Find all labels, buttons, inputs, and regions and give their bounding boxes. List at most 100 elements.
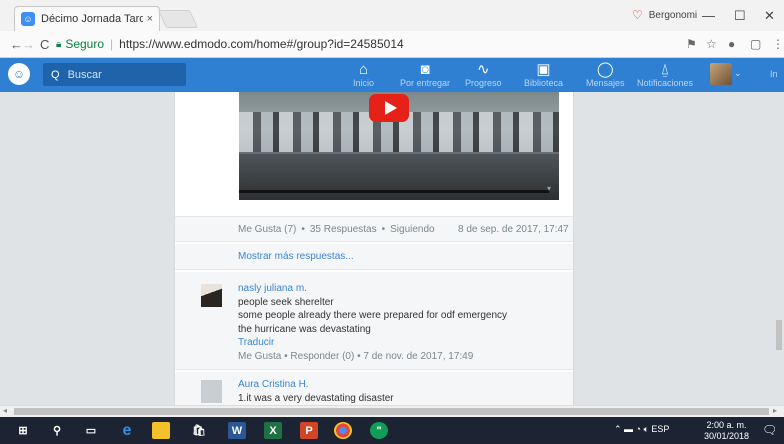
translate-link[interactable]: Traducir (238, 336, 507, 350)
edmodo-logo[interactable]: ☺ (8, 63, 30, 85)
url-text: https://www.edmodo.com/home#/group?id=24… (119, 37, 404, 51)
powerpoint-icon[interactable]: P (300, 422, 318, 439)
nav-progreso-label: Progreso (465, 78, 502, 88)
page-content: ▾ Me Gusta (7) • 35 Respuestas • Siguien… (0, 92, 784, 405)
progress-icon: ∿ (476, 61, 490, 78)
replies-link[interactable]: 35 Respuestas (310, 224, 377, 235)
reload-button[interactable]: C (40, 37, 49, 52)
bell-icon: ⍙ (660, 61, 670, 78)
chrome-icon[interactable] (334, 422, 352, 439)
search-input[interactable]: Q Buscar (43, 63, 186, 86)
video-progress-bar[interactable] (239, 190, 549, 193)
clock-date: 30/01/2018 (704, 431, 750, 441)
edge-icon[interactable]: e (118, 422, 136, 439)
profile-label: Bergonomi (648, 9, 698, 21)
nav-por-entregar[interactable]: ◙ Por entregar (400, 61, 450, 88)
meta-dot: • (381, 223, 386, 235)
video-embed[interactable] (239, 92, 559, 200)
notification-center-icon[interactable]: 🗨︎ (762, 423, 777, 437)
chevron-down-icon[interactable]: ⌄ (734, 68, 742, 79)
nav-trailing-label[interactable]: In (770, 69, 778, 79)
tab-title: Décimo Jornada Tarde | E (41, 13, 143, 25)
nav-notificaciones-label: Notificaciones (637, 78, 694, 88)
nav-notificaciones[interactable]: ⍙ Notificaciones (637, 61, 693, 88)
video-scroll-arrow-icon[interactable]: ▾ (547, 184, 551, 193)
user-avatar[interactable] (710, 63, 732, 85)
close-window-button[interactable]: ✕ (764, 8, 775, 24)
nav-progreso[interactable]: ∿ Progreso (465, 61, 502, 88)
bookmark-star-icon[interactable]: ☆ (706, 37, 717, 51)
new-tab-button[interactable] (157, 10, 199, 28)
video-road-image (239, 154, 559, 200)
horizontal-scrollbar-thumb[interactable] (14, 408, 769, 415)
tab-close-icon[interactable]: × (147, 13, 153, 25)
scroll-left-arrow-icon[interactable]: ◂ (3, 406, 7, 415)
cast-icon[interactable]: ▢ (750, 37, 761, 51)
forward-button[interactable]: → (22, 37, 35, 52)
comment-line: 1.it was a very devastating disaster (238, 392, 394, 404)
profile-badge[interactable]: ♡ Bergonomi (632, 8, 697, 22)
meta-dot: • (301, 223, 305, 235)
minimize-button[interactable]: — (702, 8, 715, 23)
browser-tabstrip: ☺ Décimo Jornada Tarde | E × ♡ Bergonomi… (0, 0, 784, 31)
assignment-icon: ◙ (420, 61, 430, 78)
hangouts-icon[interactable]: " (370, 422, 388, 439)
library-icon: ▣ (536, 61, 551, 78)
nav-biblioteca[interactable]: ▣ Biblioteca (524, 61, 563, 88)
nav-inicio[interactable]: ⌂ Inicio (353, 61, 374, 88)
address-bar-row: ← → C 🔒︎ Seguro | https://www.edmodo.com… (0, 31, 784, 58)
nav-biblioteca-label: Biblioteca (524, 78, 564, 88)
windows-taskbar: ⊞ ⚲ ▭ e 🛍︎ W X P " ⌃ ▬ ◔ 🔈︎ ESP 2:00 a. … (0, 417, 784, 444)
search-placeholder: Buscar (67, 68, 102, 81)
vertical-scrollbar-thumb[interactable] (776, 320, 782, 350)
show-more-replies-row: Mostrar más respuestas... (175, 244, 573, 270)
nav-mensajes-label: Mensajes (586, 78, 625, 88)
default-avatar-icon[interactable] (201, 380, 222, 403)
commenter-avatar[interactable] (201, 284, 222, 307)
message-icon: ◯ (596, 61, 614, 78)
post-meta: Me Gusta (7) • 35 Respuestas • Siguiendo… (175, 216, 573, 242)
nav-mensajes[interactable]: ◯ Mensajes (586, 61, 625, 88)
url-separator: | (110, 37, 114, 51)
like-link[interactable]: Me Gusta (7) (238, 224, 296, 235)
post-date: 8 de sep. de 2017, 17:47 (458, 223, 569, 235)
nav-por-entregar-label: Por entregar (400, 78, 451, 88)
following-link[interactable]: Siguiendo (390, 224, 434, 235)
search-icon: Q (51, 68, 60, 81)
task-view-icon[interactable]: ▭ (82, 422, 100, 439)
comment-item: nasly juliana m. people seek sherelter s… (175, 272, 573, 370)
search-icon[interactable]: ⚲ (48, 422, 66, 439)
comment-meta: Me Gusta • Responder (0) • 7 de nov. de … (238, 350, 474, 362)
youtube-play-icon[interactable] (369, 94, 409, 122)
comment-item: Aura Cristina H. 1.it was a very devasta… (175, 372, 573, 405)
extension-icon[interactable]: ⚑ (686, 37, 697, 51)
comment-line: the hurricane was devastating (238, 323, 371, 335)
scroll-right-arrow-icon[interactable]: ▸ (773, 406, 777, 415)
system-tray[interactable]: ⌃ ▬ ◔ 🔈︎ ESP (614, 424, 669, 435)
nav-inicio-label: Inicio (353, 78, 375, 88)
menu-dots-icon[interactable]: ⋮ (772, 37, 784, 51)
extension-circle-icon[interactable]: ● (728, 37, 735, 51)
maximize-button[interactable]: ☐ (734, 8, 746, 24)
file-explorer-icon[interactable] (152, 422, 170, 439)
taskbar-clock[interactable]: 2:00 a. m. 30/01/2018 (704, 420, 749, 442)
lock-icon: 🔒︎ (56, 38, 62, 50)
comment-line: people seek sherelter (238, 296, 334, 308)
commenter-name[interactable]: nasly juliana m. (238, 282, 507, 296)
clock-time: 2:00 a. m. (706, 420, 747, 430)
url-field[interactable]: 🔒︎ Seguro | https://www.edmodo.com/home#… (56, 34, 656, 54)
secure-label: Seguro (65, 37, 105, 51)
browser-tab[interactable]: ☺ Décimo Jornada Tarde | E × (14, 6, 160, 31)
word-icon[interactable]: W (228, 422, 246, 439)
windows-start-icon[interactable]: ⊞ (14, 422, 32, 439)
heart-icon: ♡ (632, 8, 643, 22)
excel-icon[interactable]: X (264, 422, 282, 439)
show-more-replies-link[interactable]: Mostrar más respuestas... (238, 251, 354, 262)
comment-line: some people already there were prepared … (238, 310, 508, 321)
post-card: ▾ Me Gusta (7) • 35 Respuestas • Siguien… (174, 92, 574, 405)
language-indicator[interactable]: ESP (651, 424, 669, 434)
commenter-name[interactable]: Aura Cristina H. (238, 378, 394, 392)
home-icon: ⌂ (358, 61, 369, 78)
horizontal-scrollbar[interactable]: ◂ ▸ (0, 405, 784, 417)
store-icon[interactable]: 🛍︎ (190, 422, 208, 439)
